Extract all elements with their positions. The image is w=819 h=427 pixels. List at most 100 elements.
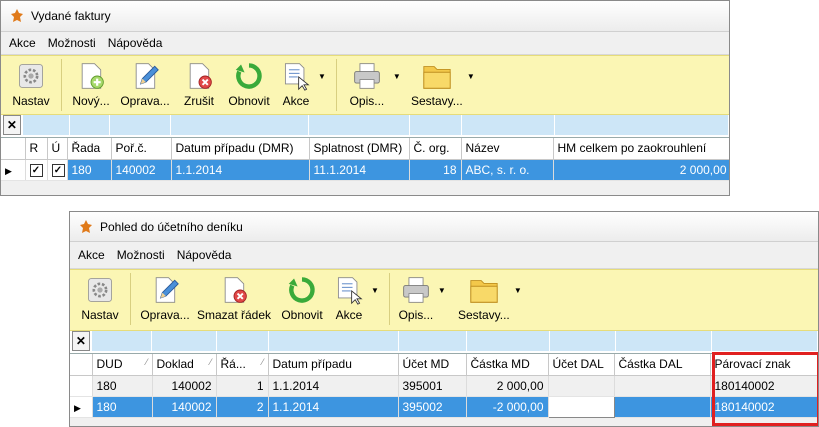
table-row[interactable]: ▶ 180 140002 2 1.1.2014 395002 -2 000,00… — [70, 395, 818, 418]
cell-ucet-dal[interactable] — [548, 375, 615, 397]
oprava-button[interactable]: Oprava... — [137, 273, 193, 322]
clear-filter-button[interactable]: ✕ — [72, 331, 90, 351]
obnovit-button[interactable]: Obnovit — [275, 273, 329, 322]
cell-rada[interactable]: 180 — [67, 159, 112, 181]
chevron-down-icon[interactable]: ▼ — [514, 286, 522, 295]
opis-button[interactable]: Opis... — [396, 273, 436, 322]
sestavy-button[interactable]: Sestavy... — [456, 273, 512, 322]
cell-castka-md[interactable]: -2 000,00 — [466, 396, 549, 418]
cell-splatnost[interactable]: 11.1.2014 — [309, 159, 410, 181]
cell-castka-md[interactable]: 2 000,00 — [466, 375, 549, 397]
filter-cell[interactable] — [91, 331, 153, 351]
col-header-corg[interactable]: Č. org. — [409, 138, 462, 160]
checkbox-r[interactable]: ✓ — [25, 159, 48, 181]
obnovit-button[interactable]: Obnovit — [222, 59, 276, 108]
col-header-castka-dal[interactable]: Částka DAL — [614, 354, 711, 376]
col-header-castka-md[interactable]: Částka MD — [466, 354, 549, 376]
col-header-r[interactable]: R — [25, 138, 48, 160]
col-header-nazev[interactable]: Název — [461, 138, 554, 160]
cell-datum[interactable]: 1.1.2014 — [268, 375, 399, 397]
filter-cell[interactable] — [615, 331, 712, 351]
chevron-down-icon[interactable]: ▼ — [318, 72, 326, 81]
toolbar-separator — [130, 273, 131, 325]
col-header-u[interactable]: Ú — [47, 138, 68, 160]
smazat-radek-button[interactable]: Smazat řádek — [193, 273, 275, 322]
filter-cell[interactable] — [269, 331, 399, 351]
cell-porc[interactable]: 140002 — [111, 159, 172, 181]
title-bar[interactable]: Vydané faktury — [1, 1, 729, 32]
zrusit-button[interactable]: Zrušit — [176, 59, 222, 108]
col-header-ucet-md[interactable]: Účet MD — [398, 354, 467, 376]
row-indicator — [70, 375, 93, 397]
chevron-down-icon[interactable]: ▼ — [438, 286, 446, 295]
nastav-button[interactable]: Nastav — [76, 273, 124, 322]
menu-akce[interactable]: Akce — [78, 248, 105, 262]
col-header-splatnost[interactable]: Splatnost (DMR) — [309, 138, 410, 160]
cell-ucet-md[interactable]: 395002 — [398, 396, 467, 418]
cell-radek[interactable]: 2 — [216, 396, 269, 418]
filter-cell[interactable] — [398, 331, 468, 351]
col-header-rada[interactable]: Řada — [67, 138, 112, 160]
window-vydane-faktury: Vydané faktury Akce Možnosti Nápověda Na… — [0, 0, 730, 196]
cell-dud[interactable]: 180 — [92, 396, 153, 418]
chevron-down-icon[interactable]: ▼ — [371, 286, 379, 295]
filter-cell[interactable] — [216, 331, 270, 351]
filter-cell[interactable] — [712, 331, 818, 351]
filter-cell[interactable] — [171, 115, 310, 135]
filter-cell[interactable] — [22, 115, 70, 135]
cell-doklad[interactable]: 140002 — [152, 375, 217, 397]
table-row[interactable]: 180 140002 1 1.1.2014 395001 2 000,00 18… — [70, 375, 818, 397]
cell-nazev[interactable]: ABC, s. r. o. — [461, 159, 554, 181]
menu-akce[interactable]: Akce — [9, 36, 36, 50]
col-header-ucet-dal[interactable]: Účet DAL — [548, 354, 615, 376]
filter-cell[interactable] — [554, 115, 729, 135]
table-row[interactable]: ▶ ✓ ✓ 180 140002 1.1.2014 11.1.2014 18 A… — [1, 159, 729, 181]
cell-datum[interactable]: 1.1.2014 — [268, 396, 399, 418]
checkbox-u[interactable]: ✓ — [47, 159, 68, 181]
menu-moznosti[interactable]: Možnosti — [48, 36, 96, 50]
clear-filter-button[interactable]: ✕ — [3, 115, 21, 135]
novy-button[interactable]: Nový... — [68, 59, 114, 108]
sestavy-button[interactable]: Sestavy... — [409, 59, 465, 108]
oprava-button[interactable]: Oprava... — [114, 59, 176, 108]
nastav-button[interactable]: Nastav — [7, 59, 55, 108]
cell-radek[interactable]: 1 — [216, 375, 269, 397]
cell-castka-dal[interactable] — [614, 375, 711, 397]
col-header-radek[interactable]: Řá... ⁄ — [216, 354, 269, 376]
menu-napoveda[interactable]: Nápověda — [108, 36, 163, 50]
chevron-down-icon[interactable]: ▼ — [467, 72, 475, 81]
filter-cell[interactable] — [467, 331, 550, 351]
filter-cell[interactable] — [462, 115, 555, 135]
cell-corg[interactable]: 18 — [409, 159, 462, 181]
journal-table: DUD ⁄ Doklad ⁄ Řá... ⁄ Datum případu Účet M… — [70, 354, 818, 418]
col-header-dud[interactable]: DUD ⁄ — [92, 354, 153, 376]
invoices-table: R Ú Řada Poř.č. Datum případu (DMR) Spla… — [1, 138, 729, 181]
filter-cell[interactable] — [69, 115, 111, 135]
filter-cell[interactable] — [409, 115, 463, 135]
delete-document-icon — [219, 275, 249, 305]
cell-hm[interactable]: 2 000,00 — [553, 159, 729, 181]
col-header-datum[interactable]: Datum případu (DMR) — [171, 138, 310, 160]
akce-button[interactable]: Akce — [329, 273, 369, 322]
col-header-doklad[interactable]: Doklad ⁄ — [152, 354, 217, 376]
opis-button[interactable]: Opis... — [343, 59, 391, 108]
cell-datum[interactable]: 1.1.2014 — [171, 159, 310, 181]
col-header-datum[interactable]: Datum případu — [268, 354, 399, 376]
chevron-down-icon[interactable]: ▼ — [393, 72, 401, 81]
title-bar[interactable]: Pohled do účetního deníku — [70, 212, 818, 242]
menu-moznosti[interactable]: Možnosti — [117, 248, 165, 262]
filter-cell[interactable] — [549, 331, 616, 351]
col-header-hm[interactable]: HM celkem po zaokrouhlení — [553, 138, 729, 160]
cell-dud[interactable]: 180 — [92, 375, 153, 397]
cell-castka-dal[interactable] — [614, 396, 711, 418]
menu-napoveda[interactable]: Nápověda — [177, 248, 232, 262]
filter-cell[interactable] — [309, 115, 410, 135]
table-header: DUD ⁄ Doklad ⁄ Řá... ⁄ Datum případu Účet M… — [70, 354, 818, 376]
filter-cell[interactable] — [110, 115, 172, 135]
filter-cell[interactable] — [152, 331, 217, 351]
akce-button[interactable]: Akce — [276, 59, 316, 108]
cell-ucet-dal[interactable] — [547, 395, 615, 418]
col-header-porc[interactable]: Poř.č. — [111, 138, 172, 160]
cell-doklad[interactable]: 140002 — [152, 396, 217, 418]
cell-ucet-md[interactable]: 395001 — [398, 375, 467, 397]
